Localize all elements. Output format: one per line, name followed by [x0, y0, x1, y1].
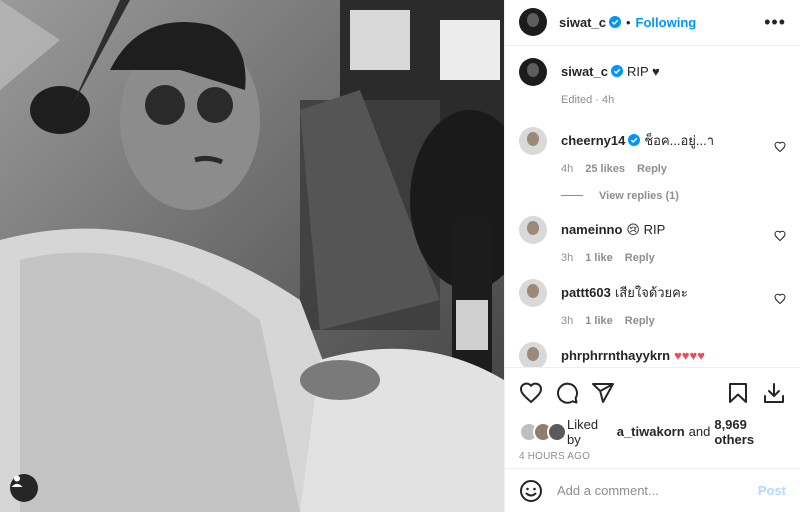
comment-input[interactable]: [557, 483, 758, 499]
comment-icon: [557, 382, 579, 404]
commenter-avatar[interactable]: [519, 341, 547, 368]
view-replies-label: View replies (1): [599, 189, 679, 202]
caption-edited-time: Edited · 4h: [561, 93, 615, 106]
comment-text: เสียใจด้วยคะ: [614, 284, 688, 300]
instagram-post-view: siwat_c • Following ••• siwat_c RIP ♥ Edi…: [0, 0, 800, 512]
verified-badge-icon: [628, 133, 641, 146]
tag-user-icon[interactable]: [10, 474, 38, 502]
author-username[interactable]: siwat_c: [559, 15, 606, 30]
post-header: siwat_c • Following •••: [505, 0, 800, 46]
liked-by-and: and: [688, 424, 711, 440]
comment-likes-count[interactable]: 25 likes: [585, 160, 625, 178]
emoji-icon[interactable]: [519, 479, 543, 503]
verified-badge-icon: [610, 64, 623, 77]
share-button[interactable]: [585, 375, 621, 411]
post-timestamp: 4 HOURS AGO: [519, 450, 591, 462]
post-comment-button[interactable]: Post: [758, 483, 786, 498]
commenter-username[interactable]: pattt603: [561, 285, 611, 300]
comment-button[interactable]: [549, 375, 585, 411]
caption-text: RIP ♥: [626, 63, 660, 79]
replies-divider: [561, 195, 583, 197]
comment-likes-count[interactable]: 1 like: [585, 249, 613, 267]
add-comment-bar: Post: [505, 468, 800, 512]
comment-text: ช็อค...อยู่...า: [644, 132, 715, 148]
reply-button[interactable]: Reply: [637, 160, 667, 178]
photo-illustration: [0, 0, 504, 512]
action-bar: [505, 367, 800, 417]
comment-text: ♥♥♥♥: [674, 347, 705, 363]
commenter-avatar[interactable]: [519, 278, 547, 307]
comment-item: nameinno 😢 RIP 3h 1 like Reply: [519, 215, 786, 267]
comment-item: phrphrrnthayykrn ♥♥♥♥: [519, 341, 786, 368]
reply-button[interactable]: Reply: [625, 312, 655, 330]
liked-by-user[interactable]: a_tiwakorn: [617, 424, 685, 439]
comments-list: siwat_c RIP ♥ Edited · 4h cheerny14 ช็อค..…: [505, 46, 800, 368]
author-avatar[interactable]: [519, 8, 547, 37]
download-button[interactable]: [756, 375, 792, 411]
more-options-button[interactable]: •••: [764, 13, 786, 31]
like-button[interactable]: [513, 375, 549, 411]
save-button[interactable]: [720, 375, 756, 411]
commenter-avatar[interactable]: [519, 215, 547, 244]
comment-item: cheerny14 ช็อค...อยู่...า 4h 25 likes Rep…: [519, 126, 786, 178]
view-replies-button[interactable]: View replies (1): [561, 190, 786, 202]
download-icon: [764, 382, 784, 403]
post-side-panel: siwat_c • Following ••• siwat_c RIP ♥ Edi…: [504, 0, 800, 512]
comment-time: 3h: [561, 314, 574, 327]
liked-by-prefix: Liked by: [567, 416, 599, 447]
following-button[interactable]: Following: [636, 15, 697, 30]
post-photo[interactable]: [0, 0, 504, 512]
caption: siwat_c RIP ♥ Edited · 4h: [519, 57, 786, 109]
comment-item: pattt603 เสียใจด้วยคะ 3h 1 like Reply: [519, 278, 786, 330]
heart-icon[interactable]: [774, 141, 786, 153]
heart-icon: [519, 382, 543, 403]
comment-likes-count[interactable]: 1 like: [585, 312, 613, 330]
verified-badge-icon: [608, 16, 621, 29]
bookmark-icon: [729, 382, 747, 403]
liked-by-others[interactable]: 8,969 others: [714, 417, 786, 447]
comment-time: 4h: [561, 162, 574, 175]
heart-icon[interactable]: [774, 293, 786, 305]
commenter-username[interactable]: nameinno: [561, 222, 622, 237]
caption-avatar[interactable]: [519, 57, 547, 86]
commenter-avatar[interactable]: [519, 126, 547, 155]
liker-avatars: [519, 421, 567, 442]
comment-text: 😢 RIP: [626, 221, 666, 237]
comment-time: 3h: [561, 251, 574, 264]
reply-button[interactable]: Reply: [625, 249, 655, 267]
heart-icon[interactable]: [774, 230, 786, 242]
commenter-username[interactable]: cheerny14: [561, 133, 625, 148]
commenter-username[interactable]: phrphrrnthayykrn: [561, 348, 670, 363]
caption-username[interactable]: siwat_c: [561, 64, 608, 79]
header-separator: •: [625, 14, 631, 30]
share-icon: [592, 382, 614, 403]
likes-summary: Liked by a_tiwakorn and 8,969 others: [505, 417, 800, 447]
